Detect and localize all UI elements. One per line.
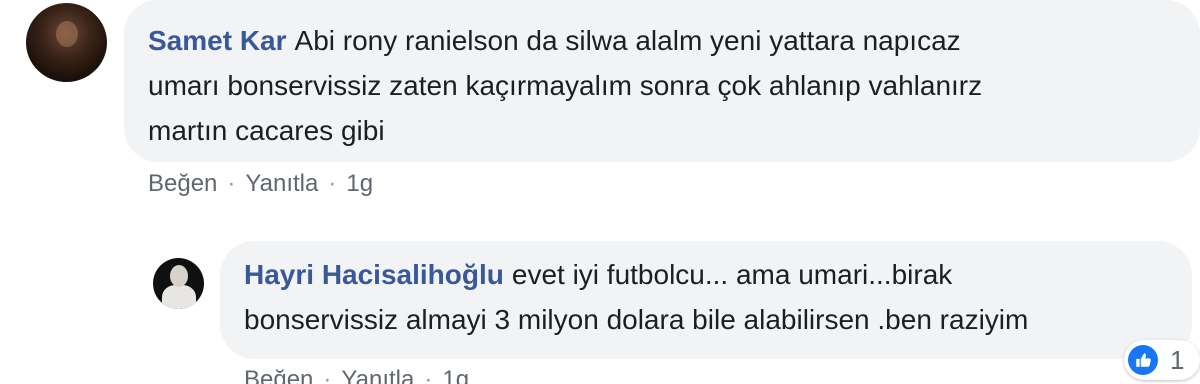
avatar-photo-detail xyxy=(162,285,196,309)
reaction-summary[interactable]: 1 xyxy=(1124,340,1200,380)
timestamp-link[interactable]: 1g xyxy=(346,170,373,197)
avatar[interactable] xyxy=(153,258,204,309)
comment-bubble: Samet Kar Abi rony ranielson da silwa ala… xyxy=(124,0,1200,162)
comment-line: umarı bonservissiz zaten kaçırmayalım so… xyxy=(148,70,983,101)
reply-bubble: Hayri Hacisalihoğlu evet iyi futbolcu... … xyxy=(220,241,1192,359)
comment-text: Abi rony ranielson da silwa alalm yeni y… xyxy=(294,25,961,56)
comment-thread: Samet Kar Abi rony ranielson da silwa ala… xyxy=(0,0,1200,384)
like-link[interactable]: Beğen xyxy=(148,170,217,197)
reply-link[interactable]: Yanıtla xyxy=(245,170,318,197)
separator: · xyxy=(328,170,337,197)
comment-line: martın cacares gibi xyxy=(148,115,385,146)
reply-text: evet iyi futbolcu... ama umari...birak xyxy=(511,259,953,290)
avatar-photo-detail xyxy=(170,265,188,287)
reply-actions: Beğen · Yanıtla · 1g xyxy=(244,366,469,384)
reply-author-link[interactable]: Hayri Hacisalihoğlu xyxy=(244,259,504,290)
avatar-photo-detail xyxy=(56,21,78,47)
reaction-count: 1 xyxy=(1170,344,1185,375)
separator: · xyxy=(424,366,433,384)
comment-line: Samet Kar Abi rony ranielson da silwa ala… xyxy=(148,18,1176,63)
like-link[interactable]: Beğen xyxy=(244,366,313,384)
like-thumbs-up-icon xyxy=(1128,345,1158,375)
timestamp-link[interactable]: 1g xyxy=(442,366,469,384)
reply-link[interactable]: Yanıtla xyxy=(341,366,414,384)
comment-actions: Beğen · Yanıtla · 1g xyxy=(148,170,373,198)
separator: · xyxy=(323,366,332,384)
comment-author-link[interactable]: Samet Kar xyxy=(148,25,287,56)
avatar[interactable] xyxy=(26,3,107,82)
reply-line: bonservissiz almayi 3 milyon dolara bile… xyxy=(244,304,1029,335)
reply-line: Hayri Hacisalihoğlu evet iyi futbolcu... … xyxy=(244,252,1168,297)
separator: · xyxy=(227,170,236,197)
